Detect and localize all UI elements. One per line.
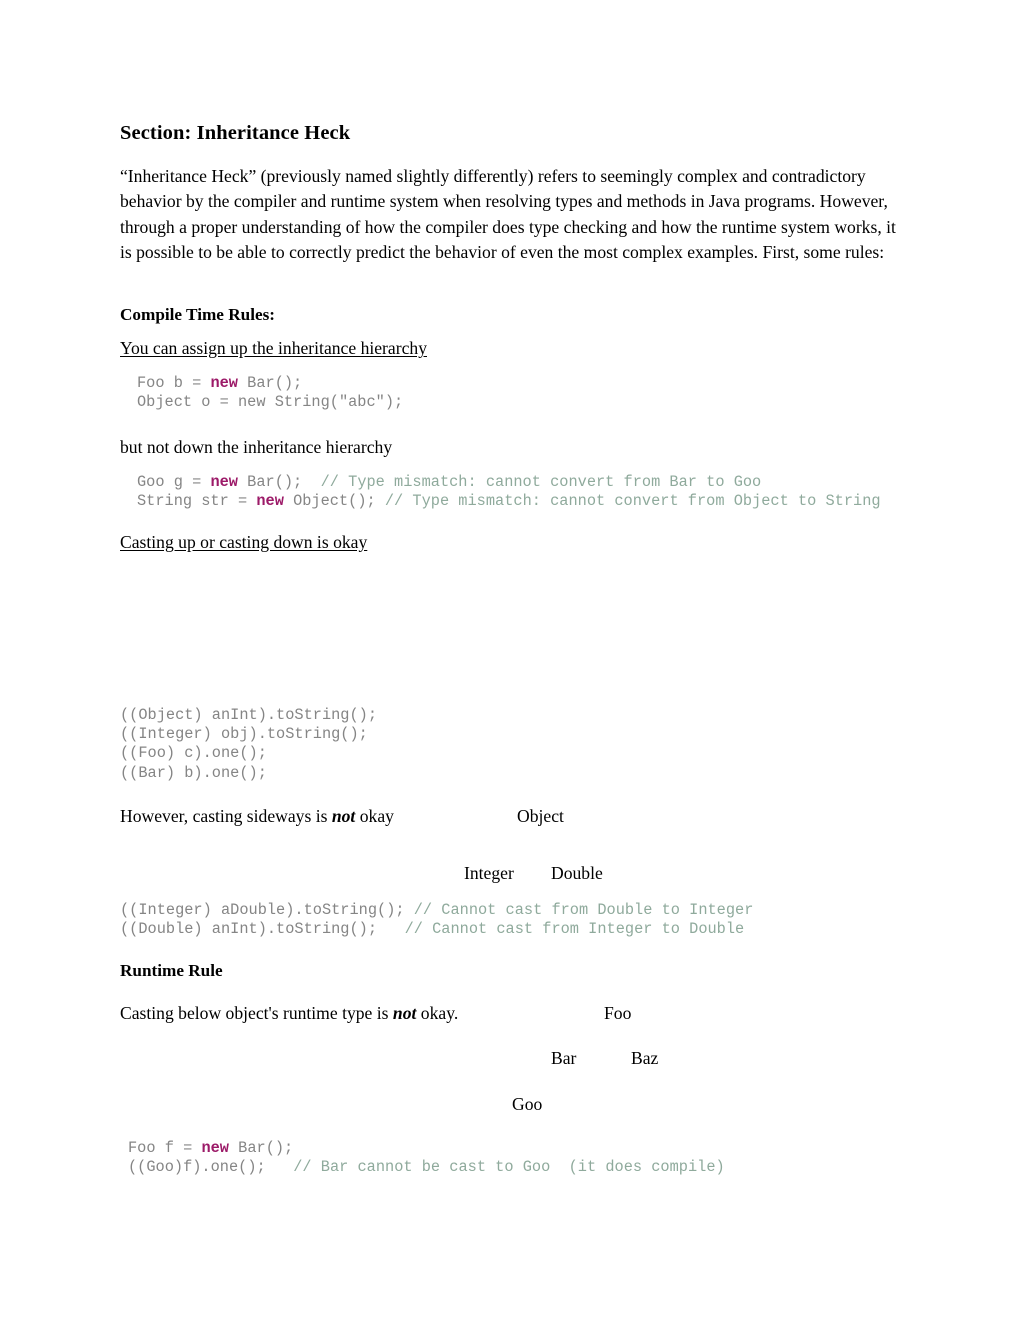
diagram-node-object: Object <box>517 806 564 826</box>
code-block-casting: ((Object) anInt).toString(); ((Integer) … <box>120 706 377 783</box>
emphasis-not: not <box>331 806 356 826</box>
code-line: String str = new Object(); // Type misma… <box>137 492 881 510</box>
code-line: ((Foo) c).one(); <box>120 744 267 763</box>
rule-casting-sideways-text: However, casting sideways is not okay <box>120 806 394 827</box>
diagram-node-double: Double <box>551 863 603 883</box>
code-text: Bar(); <box>228 1139 294 1157</box>
code-comment: // Bar cannot be cast to Goo (it does co… <box>293 1158 725 1177</box>
intro-paragraph: “Inheritance Heck” (previously named sli… <box>120 166 896 263</box>
code-text: ((Integer) aDouble).toString(); <box>120 901 414 919</box>
rule-text-part: However, casting sideways is <box>120 806 332 826</box>
code-text: ((Double) anInt).toString(); <box>120 920 405 939</box>
code-line: Foo b = new Bar(); <box>137 374 302 392</box>
rule-assign-up-heading: You can assign up the inheritance hierar… <box>120 338 427 358</box>
code-comment: // Type mismatch: cannot convert from Ob… <box>384 492 881 511</box>
code-text: Object(); <box>283 492 385 511</box>
code-text: Foo b = <box>137 374 211 392</box>
code-text: Goo g = <box>137 473 211 491</box>
code-text: Bar(); <box>237 473 321 491</box>
document-page: Section: Inheritance Heck “Inheritance H… <box>0 0 1020 1320</box>
page-title: Section: Inheritance Heck <box>120 122 351 144</box>
diagram-node-baz: Baz <box>631 1048 659 1068</box>
runtime-rule-heading: Runtime Rule <box>120 961 223 980</box>
code-comment: // Type mismatch: cannot convert from Ba… <box>320 473 762 491</box>
diagram-node-foo: Foo <box>604 1003 632 1023</box>
missing-figure-placeholder <box>120 566 902 696</box>
emphasis-not: not <box>392 1003 417 1023</box>
code-comment: // Cannot cast from Double to Integer <box>413 901 754 919</box>
code-line: ((Integer) obj).toString(); <box>120 725 368 744</box>
diagram-node-integer: Integer <box>464 863 514 883</box>
code-line: Goo g = new Bar(); // Type mismatch: can… <box>137 473 761 491</box>
diagram-node-bar: Bar <box>551 1048 577 1068</box>
runtime-rule-text: Casting below object's runtime type is n… <box>120 1003 458 1024</box>
diagram-node-goo: Goo <box>512 1094 543 1114</box>
code-comment: // Cannot cast from Integer to Double <box>404 920 745 939</box>
code-text: Bar(); <box>237 374 303 392</box>
code-block-assign-down: Goo g = new Bar(); // Type mismatch: can… <box>137 473 881 511</box>
code-block-runtime: Foo f = new Bar(); ((Goo)f).one(); // Ba… <box>128 1139 725 1177</box>
code-text: ((Goo)f).one(); <box>128 1158 294 1177</box>
code-line: ((Bar) b).one(); <box>120 763 267 782</box>
code-text: Foo f = <box>128 1139 202 1157</box>
keyword-new: new <box>256 492 284 511</box>
keyword-new: new <box>201 1139 229 1157</box>
code-line: ((Object) anInt).toString(); <box>120 706 378 724</box>
rule-casting-updown-heading: Casting up or casting down is okay <box>120 532 368 552</box>
rule-assign-down-text: but not down the inheritance hierarchy <box>120 437 393 457</box>
code-line: Object o = new String("abc"); <box>137 393 404 412</box>
rule-text-part: Casting below object's runtime type is <box>120 1003 393 1023</box>
compile-time-rules-heading: Compile Time Rules: <box>120 305 276 324</box>
code-line: Foo f = new Bar(); <box>128 1139 293 1157</box>
code-line: ((Goo)f).one(); // Bar cannot be cast to… <box>128 1158 725 1176</box>
code-line: ((Integer) aDouble).toString(); // Canno… <box>120 901 753 919</box>
rule-text-part: okay. <box>416 1003 459 1023</box>
code-block-sideways: ((Integer) aDouble).toString(); // Canno… <box>120 901 753 939</box>
code-line: ((Double) anInt).toString(); // Cannot c… <box>120 920 744 938</box>
rule-text-part: okay <box>355 806 394 826</box>
keyword-new: new <box>210 473 238 491</box>
code-text: String str = <box>137 492 257 511</box>
code-block-assign-up: Foo b = new Bar(); Object o = new String… <box>137 374 403 412</box>
keyword-new: new <box>210 374 238 392</box>
